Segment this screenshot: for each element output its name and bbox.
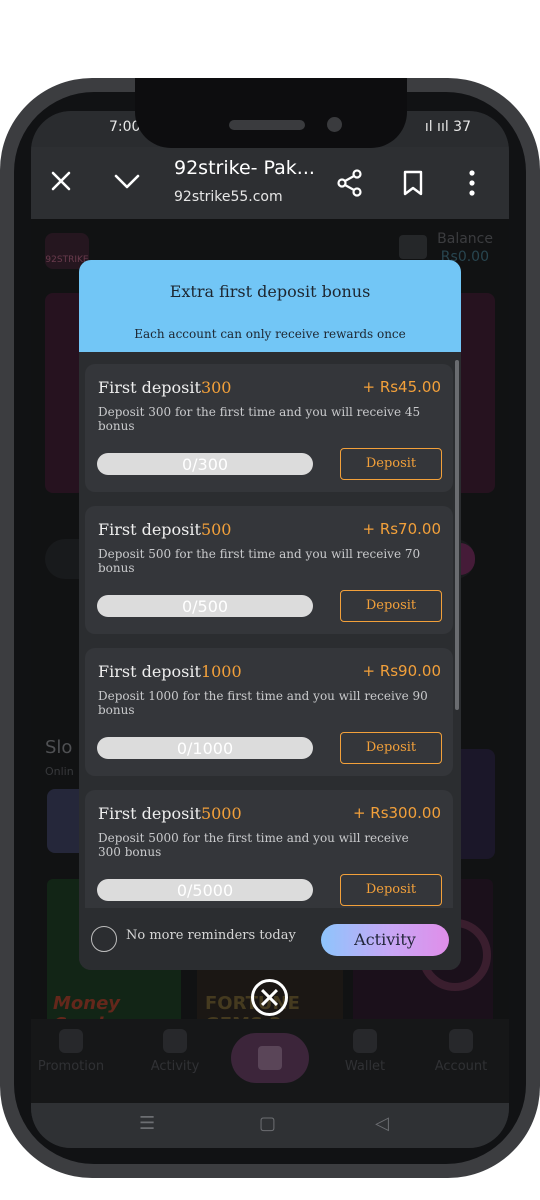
card-title-prefix: First deposit <box>98 662 201 681</box>
camera-notch <box>135 78 407 148</box>
bookmark-icon[interactable] <box>402 169 424 202</box>
card-reward: + Rs45.00 <box>362 378 441 396</box>
no-remind-radio[interactable] <box>91 926 117 952</box>
progress-bar: 0/300 <box>97 453 313 475</box>
deposit-button[interactable]: Deposit <box>340 448 442 480</box>
scrollbar[interactable] <box>455 360 459 710</box>
speaker-grille <box>229 120 305 130</box>
progress-text: 0/1000 <box>176 739 234 758</box>
dialog-subtitle: Each account can only receive rewards on… <box>134 327 406 341</box>
front-camera <box>327 117 342 132</box>
card-title-prefix: First deposit <box>98 378 201 397</box>
progress-text: 0/5000 <box>176 881 234 900</box>
card-title: First deposit500 <box>98 520 231 539</box>
no-remind-label[interactable]: No more reminders today <box>126 928 296 943</box>
more-vertical-icon[interactable] <box>467 169 477 202</box>
card-reward: + Rs70.00 <box>362 520 441 538</box>
card-amount: 5000 <box>200 804 242 823</box>
first-deposit-bonus-dialog: Extra first deposit bonus Each account c… <box>79 260 461 970</box>
deposit-card: First deposit500 + Rs70.00 Deposit 500 f… <box>85 506 453 634</box>
progress-text: 0/300 <box>181 455 229 474</box>
progress-bar: 0/1000 <box>97 737 313 759</box>
progress-text: 0/500 <box>181 597 229 616</box>
card-title: First deposit5000 <box>98 804 242 823</box>
deposit-card: First deposit1000 + Rs90.00 Deposit 1000… <box>85 648 453 776</box>
activity-button[interactable]: Activity <box>321 924 449 956</box>
card-amount: 500 <box>200 520 232 539</box>
card-amount: 300 <box>200 378 232 397</box>
card-reward: + Rs90.00 <box>362 662 441 680</box>
back-icon[interactable]: ◁ <box>375 1113 389 1134</box>
recents-icon[interactable]: ☰ <box>139 1113 155 1134</box>
deposit-button[interactable]: Deposit <box>340 732 442 764</box>
page-url[interactable]: 92strike55.com <box>174 189 283 205</box>
card-title-prefix: First deposit <box>98 804 201 823</box>
page-title: 92strike- Pak... <box>174 157 315 179</box>
card-description: Deposit 1000 for the first time and you … <box>98 689 428 717</box>
dialog-header: Extra first deposit bonus Each account c… <box>79 260 461 352</box>
signal-battery: ıl ııl 37 <box>424 119 471 135</box>
card-title-prefix: First deposit <box>98 520 201 539</box>
deposit-button[interactable]: Deposit <box>340 590 442 622</box>
progress-bar: 0/5000 <box>97 879 313 901</box>
home-icon[interactable]: ▢ <box>259 1113 276 1134</box>
progress-bar: 0/500 <box>97 595 313 617</box>
chevron-down-icon[interactable] <box>113 169 141 198</box>
dialog-footer: No more reminders today Activity <box>79 908 461 970</box>
deposit-card: First deposit5000 + Rs300.00 Deposit 500… <box>85 790 453 918</box>
close-icon[interactable] <box>49 169 73 198</box>
deposit-button[interactable]: Deposit <box>340 874 442 906</box>
card-title: First deposit300 <box>98 378 231 397</box>
close-dialog-icon[interactable] <box>251 979 288 1016</box>
dialog-title: Extra first deposit bonus <box>169 282 371 301</box>
card-description: Deposit 500 for the first time and you w… <box>98 547 421 575</box>
card-title: First deposit1000 <box>98 662 242 681</box>
deposit-card: First deposit300 + Rs45.00 Deposit 300 f… <box>85 364 453 492</box>
share-icon[interactable] <box>336 169 364 202</box>
card-amount: 1000 <box>200 662 242 681</box>
card-description: Deposit 5000 for the first time and you … <box>98 831 409 859</box>
card-reward: + Rs300.00 <box>352 804 441 822</box>
card-description: Deposit 300 for the first time and you w… <box>98 405 421 433</box>
browser-toolbar: 92strike- Pak... 92strike55.com <box>31 147 509 219</box>
system-nav-bar: ☰ ▢ ◁ <box>31 1103 509 1148</box>
